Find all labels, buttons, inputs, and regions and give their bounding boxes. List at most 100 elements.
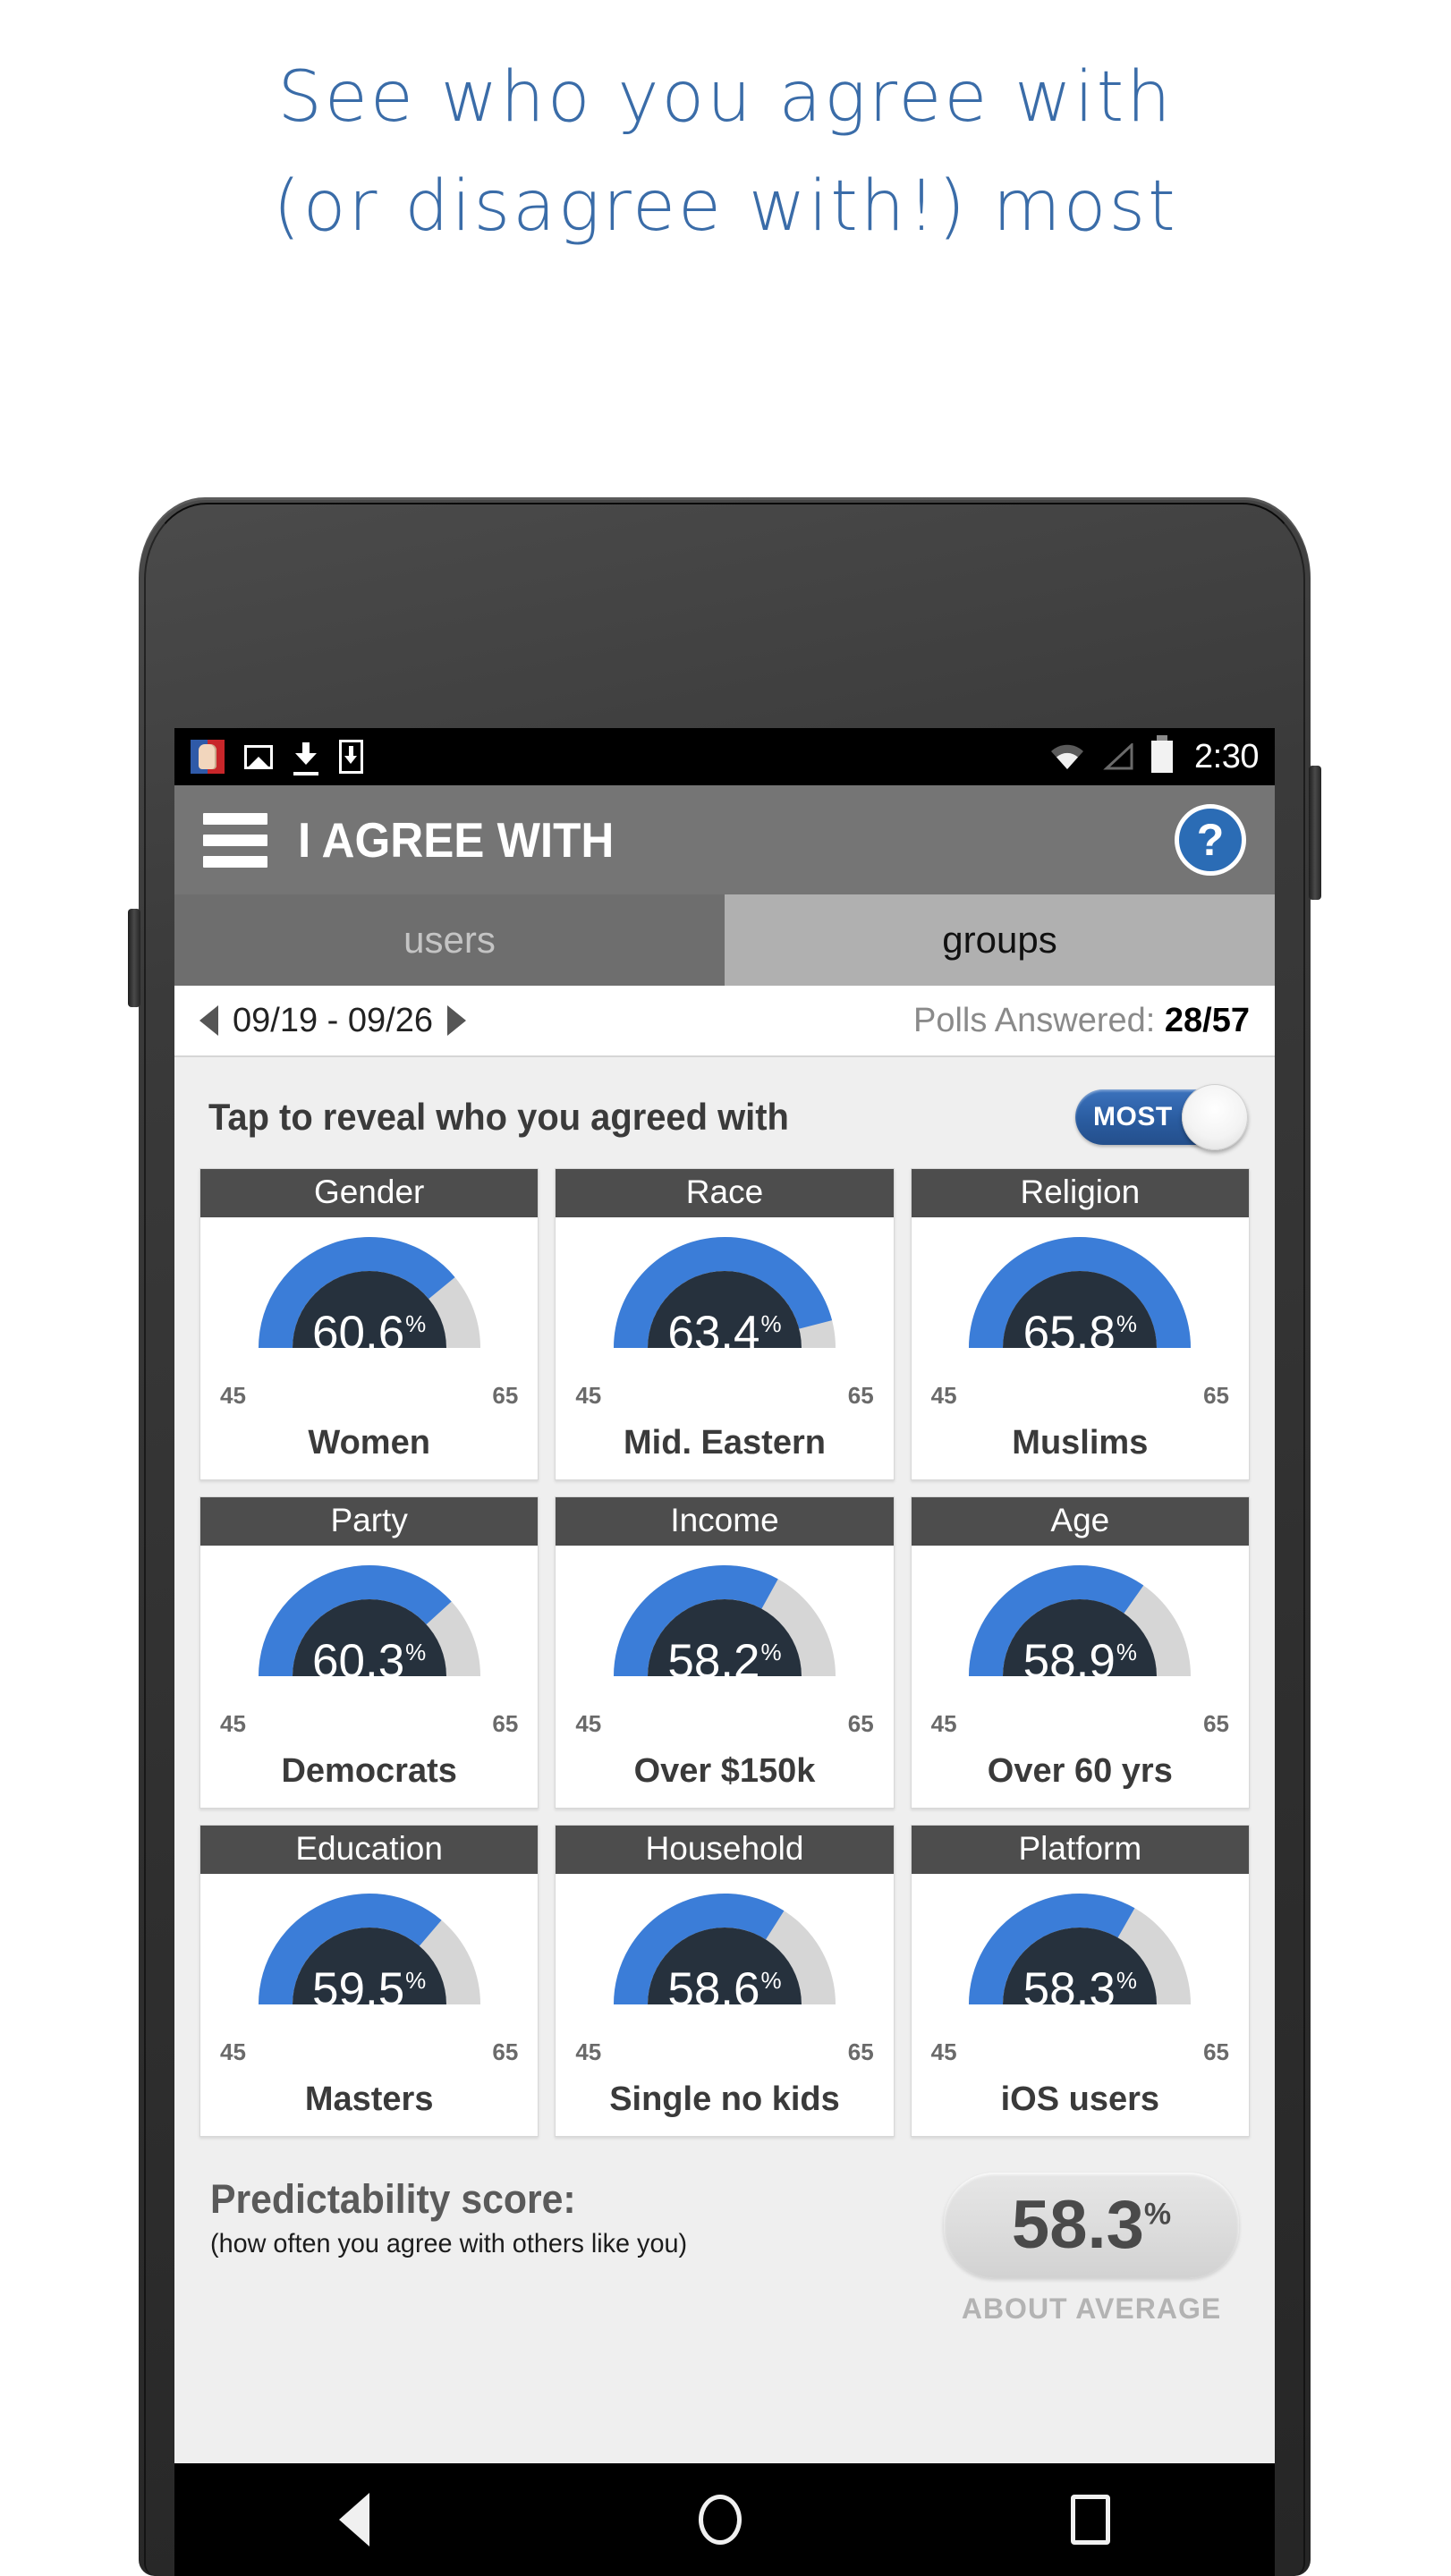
gauge: 60.3% [200,1558,538,1708]
predictability-score-pill: 58.3% [944,2173,1239,2278]
gauge-card-category: Platform [911,1826,1249,1874]
gauge-card-gender[interactable]: Gender 60.6% 45 65 Women [199,1168,539,1480]
gauge-card-group: iOS users [1000,2080,1160,2118]
gauge-card-group: Over 60 yrs [987,1752,1173,1790]
gauge: 58.6% [556,1886,893,2037]
gauge-card-group: Masters [304,2080,434,2118]
gauge: 58.3% [912,1886,1249,2037]
gauge: 63.4% [556,1230,893,1380]
polls-answered: Polls Answered: 28/57 [913,1002,1250,1040]
gauge-card-religion[interactable]: Religion 65.8% 45 65 Muslims [910,1168,1250,1480]
gauge-range: 45 65 [200,1380,538,1410]
gauge: 58.2% [556,1558,893,1708]
polls-answered-label: Polls Answered: [912,1001,1156,1039]
gauge-range: 45 65 [912,1380,1249,1410]
gauge-value-unit: % [760,1310,782,1338]
gauge-range: 45 65 [556,1708,893,1738]
home-circle-icon[interactable] [699,2495,742,2545]
gauge-value: 58.2% [556,1638,893,1685]
gauge-range-max: 65 [492,2038,519,2065]
gauge-card-education[interactable]: Education 59.5% 45 65 Masters [199,1825,539,2137]
help-button[interactable]: ? [1175,804,1246,876]
gauge-grid: Gender 60.6% 45 65 Women Race 63.4% 45 6… [199,1168,1250,2137]
android-nav-bar [174,2463,1275,2576]
gauge-range-max: 65 [492,1382,519,1409]
gauge-card-age[interactable]: Age 58.9% 45 65 Over 60 yrs [910,1496,1250,1809]
gauge-range-max: 65 [492,1710,519,1737]
gauge-row: Party 60.3% 45 65 Democrats Income 58.2%… [199,1496,1250,1809]
gauge-range: 45 65 [912,2037,1249,2066]
gauge-value-number: 60.6 [312,1307,405,1360]
gauge-card-group: Over $150k [633,1752,816,1790]
date-range-label: 09/19 - 09/26 [233,1001,433,1039]
app-bar: I AGREE WITH ? [174,785,1275,894]
power-button[interactable] [128,909,140,1007]
status-bar: 2:30 [174,728,1275,785]
gauge-card-group: Democrats [281,1752,457,1790]
predictability-score-number: 58.3 [1011,2187,1144,2263]
gauge-row: Education 59.5% 45 65 Masters Household … [199,1825,1250,2137]
gauge-card-group: Single no kids [609,2080,840,2118]
gauge-range-max: 65 [1203,1382,1229,1409]
gauge-card-income[interactable]: Income 58.2% 45 65 Over $150k [555,1496,895,1809]
gauge: 59.5% [200,1886,538,2037]
gauge-value: 65.8% [912,1309,1249,1357]
gauge-value-unit: % [760,1639,782,1666]
gauge-card-household[interactable]: Household 58.6% 45 65 Single no kids [555,1825,895,2137]
toggle-label: MOST [1093,1102,1173,1131]
arrow-left-icon[interactable] [199,1005,218,1036]
battery-icon [1151,735,1174,773]
gauge-value-number: 60.3 [312,1635,405,1688]
tab-bar: users groups [174,894,1275,986]
gauge-value-unit: % [760,1967,782,1995]
app-hand-icon [191,740,225,774]
back-triangle-icon[interactable] [339,2493,369,2546]
polls-answered-value: 28/57 [1164,1001,1250,1039]
gauge-card-group: Muslims [1012,1424,1149,1462]
gauge-range-min: 45 [575,1382,602,1409]
gauge-value-number: 58.9 [1022,1635,1116,1688]
gauge-range: 45 65 [200,2037,538,2066]
arrow-right-icon[interactable] [446,1005,466,1036]
date-range-bar: 09/19 - 09/26 Polls Answered: 28/57 [174,986,1275,1057]
gauge-range-min: 45 [575,2038,602,2065]
gauge-card-category: Age [911,1497,1249,1546]
gauge-card-category: Education [200,1826,539,1874]
predictability-title: Predictability score: [210,2176,576,2222]
gauge-value: 58.9% [912,1638,1249,1685]
gauge-value-unit: % [1116,1310,1137,1338]
gauge-value: 60.3% [200,1638,538,1685]
status-bar-notifications [191,740,363,775]
gauge-card-race[interactable]: Race 63.4% 45 65 Mid. Eastern [555,1168,895,1480]
gauge-range: 45 65 [912,1708,1249,1738]
reveal-row: Tap to reveal who you agreed with MOST [199,1057,1250,1168]
hamburger-menu-icon[interactable] [203,803,267,877]
tab-groups[interactable]: groups [725,894,1275,986]
predictability-score-block: 58.3% ABOUT AVERAGE [944,2173,1239,2326]
volume-button[interactable] [1309,766,1321,900]
phone-mockup: 2:30 I AGREE WITH ? users groups 09/19 -… [128,497,1321,2576]
most-least-toggle[interactable]: MOST [1075,1084,1248,1150]
gauge-range-min: 45 [220,1710,246,1737]
gauge-value: 58.3% [912,1966,1249,2013]
gauge-card-party[interactable]: Party 60.3% 45 65 Democrats [199,1496,539,1809]
gauge-range-min: 45 [930,1710,957,1737]
recents-square-icon[interactable] [1071,2495,1110,2545]
gauge-range-min: 45 [575,1710,602,1737]
promo-headline-line-1: See who you agree with [277,57,1174,138]
gauge-value: 63.4% [556,1309,893,1357]
gauge-range: 45 65 [556,1380,893,1410]
toggle-knob[interactable] [1182,1084,1248,1150]
gauge-value-unit: % [405,1639,427,1666]
page-title: I AGREE WITH [298,812,615,868]
gauge-card-platform[interactable]: Platform 58.3% 45 65 iOS users [910,1825,1250,2137]
gauge-value-unit: % [1116,1967,1137,1995]
main-content: Tap to reveal who you agreed with MOST G… [174,1057,1275,2462]
gauge-range-max: 65 [1203,2038,1229,2065]
gauge-range: 45 65 [200,1708,538,1738]
phone-screen: 2:30 I AGREE WITH ? users groups 09/19 -… [174,728,1275,2463]
wifi-icon [1049,743,1085,770]
tab-users[interactable]: users [174,894,725,986]
gauge-card-category: Party [200,1497,539,1546]
predictability-score-unit: % [1143,2197,1172,2232]
